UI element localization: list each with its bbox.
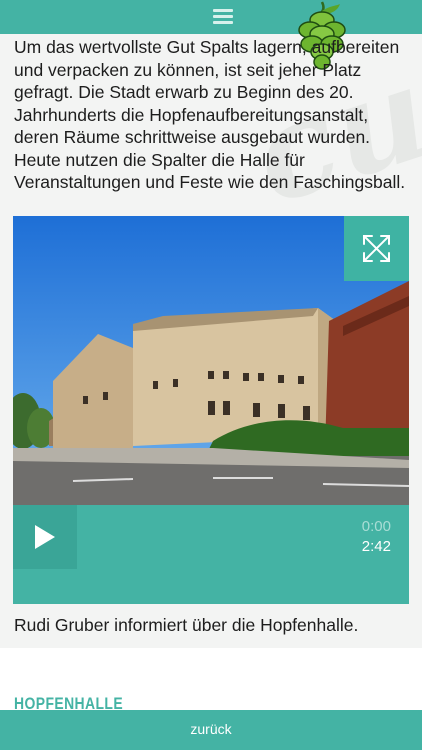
article-body: Um das wertvollste Gut Spalts lagern, au… xyxy=(14,37,406,192)
top-bar xyxy=(0,0,422,34)
play-icon[interactable] xyxy=(13,505,77,569)
media-player-card: 0:00 2:42 xyxy=(13,216,409,604)
audio-player: 0:00 2:42 xyxy=(13,505,409,604)
back-button-label: zurück xyxy=(190,721,232,737)
back-button[interactable]: zurück xyxy=(0,710,422,750)
media-caption: Rudi Gruber informiert über die Hopfenha… xyxy=(14,615,359,635)
fullscreen-expand-icon[interactable] xyxy=(344,216,409,281)
duration: 2:42 xyxy=(361,538,391,555)
hamburger-menu-icon[interactable] xyxy=(210,9,236,25)
current-time: 0:00 xyxy=(361,518,391,535)
